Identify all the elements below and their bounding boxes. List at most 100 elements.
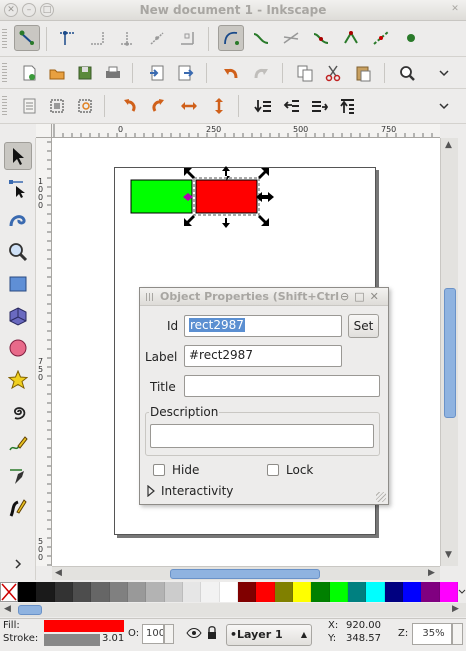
set-button[interactable]: Set <box>348 314 379 338</box>
paste-icon[interactable] <box>350 60 376 86</box>
palette-scroll-thumb[interactable] <box>18 605 42 615</box>
select-all-icon[interactable] <box>16 93 42 119</box>
fill-indicator[interactable] <box>44 620 124 632</box>
toolbar-overflow-icon[interactable] <box>434 60 454 86</box>
description-textarea[interactable] <box>150 424 374 448</box>
palette-swatch[interactable] <box>292 582 312 602</box>
palette-swatch[interactable] <box>182 582 202 602</box>
node-tool-icon[interactable] <box>4 174 32 202</box>
palette-swatch[interactable] <box>146 582 165 602</box>
ellipse-tool-icon[interactable] <box>4 334 32 362</box>
pencil-tool-icon[interactable] <box>4 430 32 458</box>
palette-swatch[interactable] <box>256 582 275 602</box>
visibility-eye-icon[interactable] <box>186 627 202 642</box>
palette-swatch[interactable] <box>18 582 37 602</box>
scale-handle-se[interactable] <box>258 215 269 226</box>
tweak-tool-icon[interactable] <box>4 206 32 234</box>
snap-rotation-center-icon[interactable] <box>398 25 424 51</box>
horizontal-scroll-thumb[interactable] <box>170 569 320 579</box>
scale-handle-nw[interactable] <box>184 168 195 179</box>
scroll-down-icon[interactable]: ▼ <box>445 550 452 560</box>
dialog-minimize-icon[interactable]: ⊖ <box>340 290 354 303</box>
palette-swatch[interactable] <box>237 582 257 602</box>
zoom-fit-icon[interactable] <box>394 60 420 86</box>
palette-swatch[interactable] <box>402 582 422 602</box>
dialog-title-bar[interactable]: Object Properties (Shift+Ctrl+O) ⊖□✕ <box>140 288 388 306</box>
window-menu-icon[interactable]: ✕ <box>448 3 462 17</box>
flip-horizontal-icon[interactable] <box>176 93 202 119</box>
stroke-width-value[interactable]: 3.01 <box>102 633 124 644</box>
red-rectangle[interactable] <box>195 179 258 214</box>
opacity-spin-buttons[interactable] <box>164 624 174 644</box>
toolbar-grip[interactable] <box>2 63 7 83</box>
palette-swatch[interactable] <box>91 582 110 602</box>
calligraphy-tool-icon[interactable] <box>4 494 32 522</box>
snap-smooth-icon[interactable] <box>308 25 334 51</box>
snap-bbox-icon[interactable] <box>54 25 80 51</box>
palette-scroll-left-icon[interactable]: ◀ <box>4 604 11 614</box>
snap-intersection-icon[interactable] <box>278 25 304 51</box>
snap-nodes-icon[interactable] <box>218 25 244 51</box>
dialog-close-icon[interactable]: ✕ <box>370 290 384 303</box>
zoom-field[interactable]: 35% <box>412 623 452 645</box>
horizontal-ruler[interactable]: 0 250 500 750 <box>52 124 440 138</box>
scale-handle-s[interactable] <box>222 218 230 228</box>
palette-swatch[interactable] <box>127 582 147 602</box>
palette-swatch[interactable] <box>366 582 385 602</box>
opacity-spinbox[interactable]: 100 <box>142 624 164 644</box>
snap-bbox-midpoint-icon[interactable] <box>144 25 170 51</box>
snap-bbox-corner-icon[interactable] <box>114 25 140 51</box>
3d-box-tool-icon[interactable] <box>4 302 32 330</box>
rectangle-tool-icon[interactable] <box>4 270 32 298</box>
palette-swatch[interactable] <box>219 582 238 602</box>
pen-tool-icon[interactable] <box>4 462 32 490</box>
lock-label[interactable]: Lock <box>286 463 313 477</box>
toolbar-grip[interactable] <box>2 96 7 116</box>
dialog-grip-icon[interactable] <box>146 293 154 301</box>
open-icon[interactable] <box>44 60 70 86</box>
interactivity-expander[interactable]: Interactivity <box>161 484 233 498</box>
toolbox-overflow-icon[interactable] <box>4 556 32 572</box>
undo-icon[interactable] <box>218 60 244 86</box>
export-icon[interactable] <box>172 60 198 86</box>
dialog-maximize-icon[interactable]: □ <box>354 290 369 303</box>
snap-toggle-icon[interactable] <box>14 25 40 51</box>
print-icon[interactable] <box>100 60 126 86</box>
cut-icon[interactable] <box>320 60 346 86</box>
zoom-spin-buttons[interactable] <box>452 623 463 645</box>
no-paint-swatch[interactable] <box>0 582 18 602</box>
title-input[interactable] <box>184 375 380 397</box>
vertical-scrollbar[interactable]: ▲ ▼ <box>440 138 458 566</box>
raise-top-icon[interactable] <box>334 93 360 119</box>
deselect-icon[interactable] <box>72 93 98 119</box>
vertical-scroll-thumb[interactable] <box>444 288 456 418</box>
select-all-layers-icon[interactable] <box>44 93 70 119</box>
palette-swatch[interactable] <box>36 582 55 602</box>
scale-handle-n[interactable] <box>222 166 230 181</box>
zoom-tool-icon[interactable] <box>4 238 32 266</box>
raise-icon[interactable] <box>306 93 332 119</box>
palette-swatch[interactable] <box>329 582 348 602</box>
vertical-ruler[interactable]: 1000 750 500 <box>36 138 52 566</box>
rotate-ccw-icon[interactable] <box>116 93 142 119</box>
new-document-icon[interactable] <box>16 60 42 86</box>
palette-swatch[interactable] <box>311 582 330 602</box>
lower-icon[interactable] <box>278 93 304 119</box>
hide-checkbox[interactable] <box>153 464 165 476</box>
snap-object-center-icon[interactable] <box>368 25 394 51</box>
scroll-up-icon[interactable]: ▲ <box>445 140 452 150</box>
scroll-right-icon[interactable]: ▶ <box>428 568 435 578</box>
palette-swatch[interactable] <box>274 582 293 602</box>
copy-icon[interactable] <box>292 60 318 86</box>
palette-swatch[interactable] <box>72 582 92 602</box>
redo-icon[interactable] <box>248 60 274 86</box>
palette-swatch[interactable] <box>54 582 73 602</box>
layer-lock-icon[interactable] <box>206 625 218 644</box>
snap-bbox-edge-icon[interactable] <box>84 25 110 51</box>
scale-handle-sw[interactable] <box>184 215 195 226</box>
flip-vertical-icon[interactable] <box>206 93 232 119</box>
snap-midpoint-icon[interactable] <box>338 25 364 51</box>
palette-swatch[interactable] <box>201 582 220 602</box>
selector-tool-icon[interactable] <box>4 142 32 170</box>
snap-bbox-center-icon[interactable] <box>174 25 200 51</box>
